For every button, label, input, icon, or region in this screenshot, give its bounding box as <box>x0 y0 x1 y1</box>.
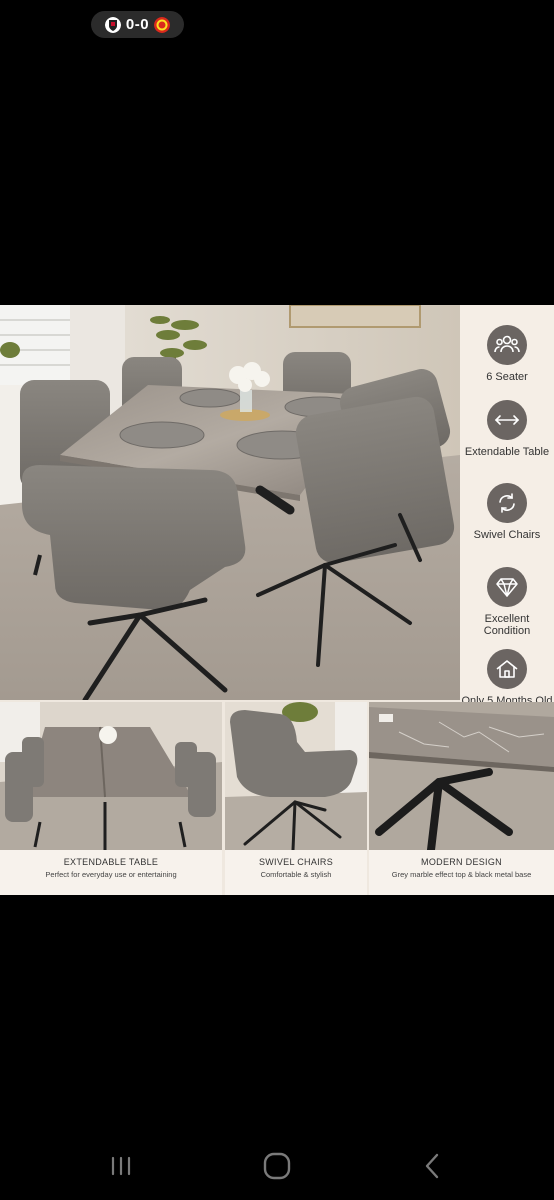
feature-extendable: Extendable Table <box>460 400 554 458</box>
man-utd-crest-icon <box>154 16 171 33</box>
hero-photo <box>0 305 460 700</box>
thumbnail-strip: EXTENDABLE TABLE Perfect for everyday us… <box>0 702 554 895</box>
dining-set-illustration <box>0 305 460 700</box>
thumbnail-modern-design: MODERN DESIGN Grey marble effect top & b… <box>369 702 554 895</box>
thumbnail-title: MODERN DESIGN <box>421 857 502 867</box>
home-button[interactable] <box>257 1150 297 1182</box>
feature-swivel: Swivel Chairs <box>460 483 554 541</box>
rotate-arrows-icon <box>487 483 527 523</box>
feature-condition: Excellent Condition <box>460 567 554 637</box>
thumbnail-swivel-chairs: SWIVEL CHAIRS Comfortable & stylish <box>225 702 367 895</box>
feature-label: Swivel Chairs <box>473 529 541 541</box>
match-score: 0-0 <box>125 16 150 33</box>
home-button-icon <box>263 1152 291 1180</box>
fulham-crest-icon <box>104 16 121 33</box>
diamond-icon <box>487 567 527 607</box>
thumbnail-subtitle: Comfortable & stylish <box>260 870 332 879</box>
back-button[interactable] <box>412 1150 452 1182</box>
thumbnail-photo <box>369 702 554 850</box>
feature-sidebar: 6 Seater Extendable Table Swivel Chairs <box>460 305 554 729</box>
product-image[interactable]: 6 Seater Extendable Table Swivel Chairs <box>0 305 554 895</box>
feature-label: Extendable Table <box>464 446 550 458</box>
thumbnail-title: SWIVEL CHAIRS <box>258 857 334 867</box>
thumbnail-subtitle: Grey marble effect top & black metal bas… <box>391 870 532 879</box>
people-group-icon <box>487 325 527 365</box>
thumbnail-subtitle: Perfect for everyday use or entertaining <box>45 870 177 879</box>
recent-apps-button[interactable] <box>101 1150 141 1182</box>
system-navigation-bar <box>0 1130 554 1200</box>
thumbnail-photo <box>0 702 222 850</box>
feature-six-seater: 6 Seater <box>460 325 554 383</box>
thumbnail-photo <box>225 702 367 850</box>
feature-label: 6 Seater <box>486 371 528 383</box>
house-icon <box>487 649 527 689</box>
recent-apps-icon <box>111 1156 131 1176</box>
back-chevron-icon <box>425 1153 439 1179</box>
double-arrow-icon <box>487 400 527 440</box>
feature-age: Only 5 Months Old <box>460 649 554 707</box>
thumbnail-title: EXTENDABLE TABLE <box>63 857 159 867</box>
live-score-pill[interactable]: 0-0 <box>91 11 184 38</box>
feature-label: Excellent Condition <box>483 613 531 637</box>
thumbnail-extendable-table: EXTENDABLE TABLE Perfect for everyday us… <box>0 702 222 895</box>
